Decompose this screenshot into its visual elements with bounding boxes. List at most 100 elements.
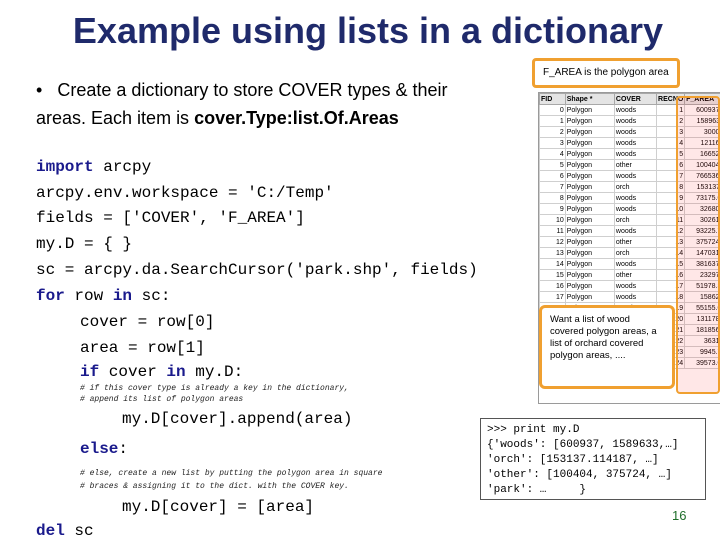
- code-comment-2: # append its list of polygon areas: [80, 395, 244, 404]
- callout-box: Want a list of wood covered polygon area…: [539, 305, 675, 389]
- bullet-text: • Create a dictionary to store COVER typ…: [36, 76, 526, 132]
- table-cell: orch: [613, 214, 658, 226]
- table-cell: 12: [539, 236, 566, 248]
- code-line-2: arcpy.env.workspace = 'C:/Temp': [36, 184, 334, 202]
- table-cell: woods: [613, 291, 658, 303]
- f-area-column-highlight: [676, 96, 720, 394]
- table-cell: 11: [539, 225, 566, 237]
- table-cell: orch: [613, 181, 658, 193]
- table-cell: woods: [613, 126, 658, 138]
- table-cell: 7: [539, 181, 566, 193]
- table-cell: 13: [539, 247, 566, 259]
- code-line-8: area = row[1]: [80, 339, 205, 357]
- table-cell: Polygon: [564, 148, 615, 160]
- code-line-6: for row in sc:: [36, 287, 170, 305]
- table-cell: 8: [539, 192, 566, 204]
- table-cell: Polygon: [564, 170, 615, 182]
- table-cell: woods: [613, 192, 658, 204]
- table-cell: 5: [539, 159, 566, 171]
- code-comment-1: # if this cover type is already a key in…: [80, 384, 349, 393]
- table-cell: 0: [539, 104, 566, 116]
- table-cell: 3: [539, 137, 566, 149]
- table-cell: 16: [539, 280, 566, 292]
- table-cell: 15: [539, 269, 566, 281]
- table-cell: woods: [613, 148, 658, 160]
- table-cell: woods: [613, 104, 658, 116]
- code-line-5: sc = arcpy.da.SearchCursor('park.shp', f…: [36, 261, 478, 279]
- code-text: row: [64, 287, 113, 305]
- table-cell: Polygon: [564, 247, 615, 259]
- table-cell: woods: [613, 170, 658, 182]
- table-cell: 14: [539, 258, 566, 270]
- table-cell: 2: [539, 126, 566, 138]
- output-line-3: 'orch': [153137.114187, …]: [487, 454, 659, 466]
- code-line-13: del sc: [36, 522, 94, 540]
- table-cell: Polygon: [564, 126, 615, 138]
- table-cell: Polygon: [564, 203, 615, 215]
- table-cell: 10: [539, 214, 566, 226]
- output-box: >>> print my.D {'woods': [600937, 158963…: [480, 418, 706, 500]
- code-keyword: else: [80, 440, 119, 458]
- table-cell: 1: [539, 115, 566, 127]
- table-cell: 17: [539, 291, 566, 303]
- table-cell: Polygon: [564, 236, 615, 248]
- table-cell: other: [613, 269, 658, 281]
- code-line-4: my.D = { }: [36, 235, 133, 253]
- code-keyword: in: [166, 363, 186, 381]
- code-text: :: [118, 440, 129, 458]
- table-cell: 6: [539, 170, 566, 182]
- table-cell: 4: [539, 148, 566, 160]
- code-text: arcpy: [93, 158, 152, 176]
- code-keyword: for: [36, 287, 65, 305]
- slide-title: Example using lists in a dictionary: [72, 10, 664, 51]
- table-cell: woods: [613, 115, 658, 127]
- table-cell: Polygon: [564, 258, 615, 270]
- table-cell: Polygon: [564, 115, 615, 127]
- code-text: my.D:: [185, 363, 244, 381]
- code-text: sc:: [132, 287, 171, 305]
- f-area-annotation-text: F_AREA is the polygon area: [543, 67, 669, 78]
- table-cell: woods: [613, 258, 658, 270]
- bullet-line-2-bold: cover.Type:list.Of.Areas: [194, 108, 399, 128]
- table-header-cell[interactable]: COVER: [613, 93, 658, 105]
- table-cell: Polygon: [564, 181, 615, 193]
- code-line-12: my.D[cover] = [area]: [122, 498, 315, 516]
- table-cell: other: [613, 159, 658, 171]
- code-comment-4: # braces & assigning it to the dict. wit…: [80, 482, 349, 491]
- output-line-2: {'woods': [600937, 1589633,…]: [487, 439, 679, 451]
- table-cell: Polygon: [564, 269, 615, 281]
- output-line-5: 'park': … }: [487, 484, 587, 496]
- code-line-9: if cover in my.D:: [80, 363, 243, 381]
- table-cell: woods: [613, 203, 658, 215]
- table-cell: woods: [613, 280, 658, 292]
- table-header-cell[interactable]: FID: [539, 93, 566, 105]
- code-line-11: else:: [80, 440, 128, 458]
- table-cell: Polygon: [564, 192, 615, 204]
- code-line-7: cover = row[0]: [80, 313, 215, 331]
- slide: Example using lists in a dictionary • Cr…: [0, 0, 720, 540]
- table-cell: Polygon: [564, 159, 615, 171]
- output-line-4: 'other': [100404, 375724, …]: [487, 469, 672, 481]
- table-cell: Polygon: [564, 280, 615, 292]
- table-header-cell[interactable]: Shape *: [564, 93, 615, 105]
- code-text: cover: [99, 363, 167, 381]
- code-line-10: my.D[cover].append(area): [122, 410, 353, 428]
- code-keyword: in: [112, 287, 133, 305]
- code-comment-3: # else, create a new list by putting the…: [80, 469, 383, 478]
- table-cell: Polygon: [564, 291, 615, 303]
- table-cell: orch: [613, 247, 658, 259]
- code-line-1: import arcpy: [36, 158, 151, 176]
- output-line-1: >>> print my.D: [487, 424, 580, 436]
- table-cell: Polygon: [564, 104, 615, 116]
- f-area-annotation: F_AREA is the polygon area: [532, 58, 680, 88]
- bullet-line-2: areas. Each item is: [36, 108, 195, 128]
- table-cell: Polygon: [564, 225, 615, 237]
- table-cell: 9: [539, 203, 566, 215]
- code-text: sc: [64, 522, 94, 540]
- code-keyword: if: [80, 363, 100, 381]
- page-number: 16: [672, 508, 687, 523]
- table-cell: other: [613, 236, 658, 248]
- bullet-line-1: Create a dictionary to store COVER types…: [57, 80, 448, 100]
- table-cell: Polygon: [564, 214, 615, 226]
- table-cell: woods: [613, 137, 658, 149]
